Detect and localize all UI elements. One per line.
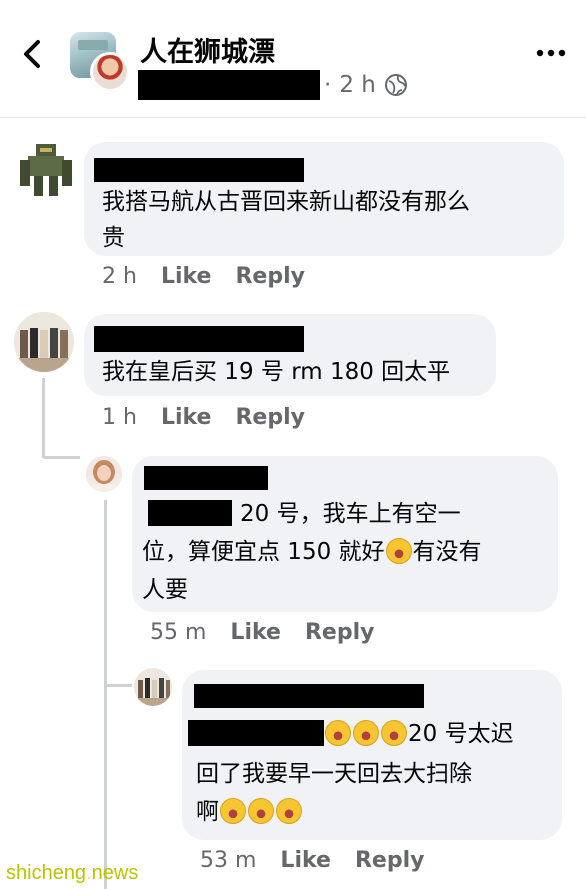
rolling-laughing-emoji <box>248 798 274 824</box>
redacted-commenter-name <box>144 466 268 490</box>
commenter-avatar-group-photo[interactable] <box>14 312 74 372</box>
comment-actions: 55 m Like Reply <box>150 620 374 645</box>
rolling-laughing-emoji <box>276 798 302 824</box>
comment-text: 我在皇后买 19 号 rm 180 回太平 <box>102 359 451 385</box>
tears-of-joy-emoji <box>381 720 407 746</box>
like-button[interactable]: Like <box>280 848 331 873</box>
post-meta: · 2 h <box>138 68 408 102</box>
comment-text-line3: 人要 <box>142 577 188 603</box>
thread-connector <box>42 456 80 459</box>
comment-bubble: 20 号，我车上有空一 位，算便宜点 150 就好 有没有 人要 <box>132 456 558 612</box>
comment-text-line1: 20 号，我车上有空一 <box>240 501 461 527</box>
commenter-avatar-group-photo[interactable] <box>134 668 172 706</box>
woman-avatar-image <box>86 456 122 492</box>
comment-bubble: 我搭马航从古晋回来新山都没有那么 贵 <box>84 142 564 256</box>
comment-actions: 2 h Like Reply <box>102 264 305 289</box>
comment-text-line1: 20 号太迟 <box>324 716 514 752</box>
redacted-commenter-name <box>94 326 304 352</box>
group-photo-image <box>134 668 172 706</box>
redacted-mention <box>148 500 232 526</box>
redacted-mention <box>188 720 324 746</box>
redacted-commenter-name <box>94 158 304 182</box>
comment-time[interactable]: 55 m <box>150 620 206 645</box>
poster-avatar <box>90 52 130 92</box>
robot-avatar-image <box>20 144 72 196</box>
group-avatar[interactable] <box>68 30 130 92</box>
comment-text-line3: 啊 <box>196 794 303 830</box>
commenter-avatar-robot[interactable] <box>18 142 74 198</box>
rolling-laughing-emoji <box>220 798 246 824</box>
post-header: 人在狮城漂 · 2 h <box>0 0 586 118</box>
comment-actions: 1 h Like Reply <box>102 405 305 430</box>
meta-separator: · <box>324 72 332 98</box>
thread-line-nested <box>104 500 107 889</box>
comment-bubble: 我在皇后买 19 号 rm 180 回太平 <box>84 314 496 396</box>
reply-button[interactable]: Reply <box>355 848 425 873</box>
redacted-commenter-name <box>194 684 424 708</box>
more-horizontal-icon <box>536 49 566 57</box>
reply-button[interactable]: Reply <box>235 264 305 289</box>
reply-button[interactable]: Reply <box>305 620 375 645</box>
tears-of-joy-emoji <box>353 720 379 746</box>
comment-text: 我搭马航从古晋回来新山都没有那么 贵 <box>102 189 470 251</box>
comment-time[interactable]: 53 m <box>200 848 256 873</box>
back-button[interactable] <box>18 34 48 74</box>
thread-connector-nested <box>104 684 132 687</box>
like-button[interactable]: Like <box>230 620 281 645</box>
thread-line <box>42 378 45 458</box>
reply-button[interactable]: Reply <box>235 405 305 430</box>
comment-text-line2: 回了我要早一天回去大扫除 <box>196 761 472 787</box>
watermark: shicheng.news <box>6 862 139 884</box>
comment-bubble: 20 号太迟 回了我要早一天回去大扫除 啊 <box>182 670 562 840</box>
tears-of-joy-emoji <box>325 720 351 746</box>
comment-time[interactable]: 2 h <box>102 264 137 289</box>
comment-time[interactable]: 1 h <box>102 405 137 430</box>
post-timestamp[interactable]: 2 h <box>339 72 376 98</box>
commenter-avatar-woman[interactable] <box>86 456 122 492</box>
redacted-author-name <box>138 70 320 100</box>
more-options-button[interactable] <box>534 38 568 68</box>
group-name[interactable]: 人在狮城漂 <box>140 30 275 69</box>
rolling-laughing-emoji <box>385 538 412 564</box>
group-photo-image <box>14 312 74 372</box>
like-button[interactable]: Like <box>161 405 212 430</box>
like-button[interactable]: Like <box>161 264 212 289</box>
globe-icon <box>384 74 407 96</box>
comment-text-line2: 位，算便宜点 150 就好 有没有 <box>142 538 482 565</box>
chevron-left-icon <box>24 40 40 68</box>
comment-actions: 53 m Like Reply <box>200 848 424 873</box>
